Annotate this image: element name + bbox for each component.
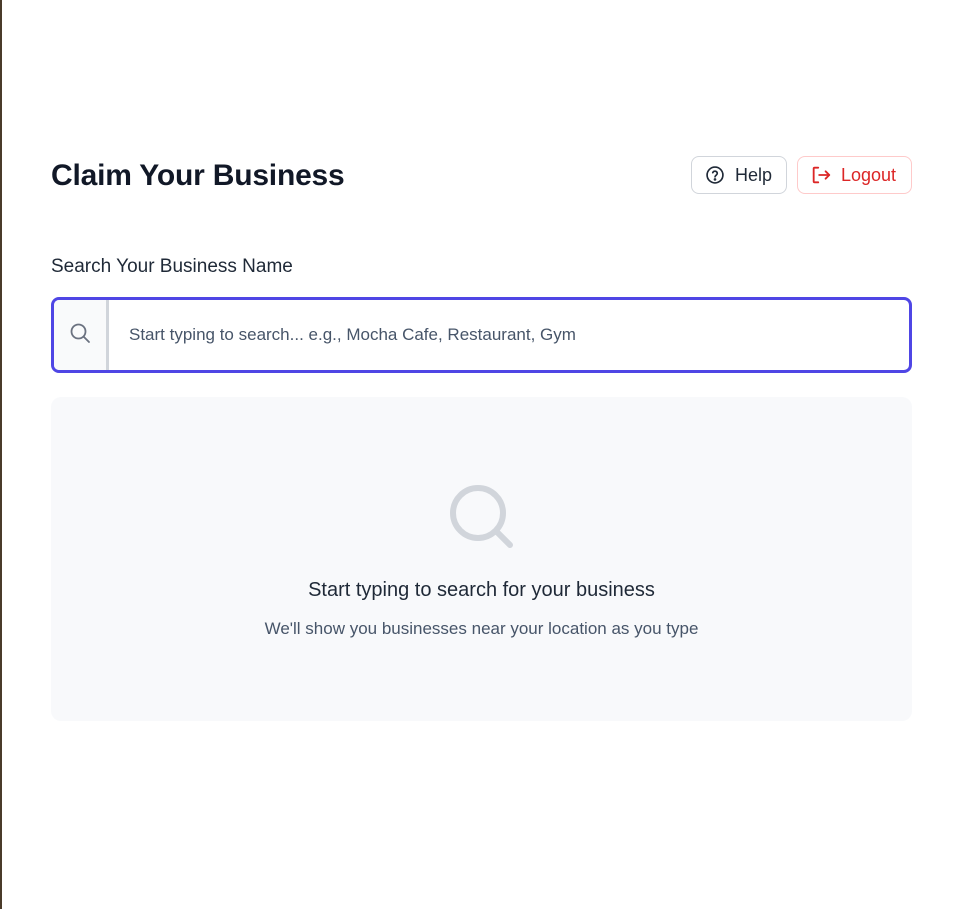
window-edge: [0, 0, 2, 909]
header-actions: Help Logout: [691, 156, 912, 194]
empty-state-title: Start typing to search for your business: [308, 579, 655, 601]
logout-button[interactable]: Logout: [797, 156, 912, 194]
search-icon-container: [54, 300, 109, 370]
search-input[interactable]: [109, 300, 909, 370]
question-circle-icon: [704, 164, 726, 186]
page-title: Claim Your Business: [51, 159, 345, 192]
page-header: Claim Your Business Help Logout: [51, 156, 912, 196]
help-button-label: Help: [734, 164, 772, 185]
help-button[interactable]: Help: [691, 156, 787, 194]
search-label: Search Your Business Name: [51, 256, 293, 277]
logout-icon: [810, 164, 832, 186]
empty-state-subtitle: We'll show you businesses near your loca…: [264, 619, 699, 638]
search-icon: [68, 321, 92, 350]
search-field[interactable]: [51, 297, 912, 373]
large-search-icon: [446, 481, 518, 553]
empty-state-panel: Start typing to search for your business…: [51, 397, 912, 721]
logout-button-label: Logout: [841, 164, 897, 185]
